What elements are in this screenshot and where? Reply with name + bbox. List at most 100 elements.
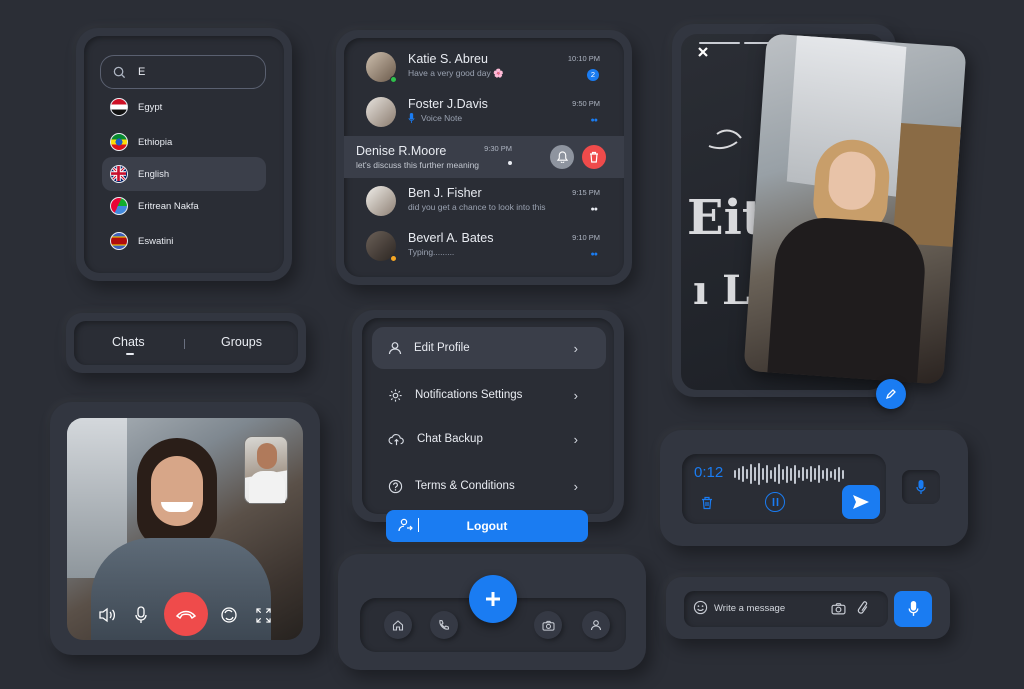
waveform-bar bbox=[766, 465, 768, 483]
waveform-bar bbox=[774, 466, 776, 482]
read-ticks-icon: ●● bbox=[590, 117, 599, 124]
waveform-bar bbox=[782, 468, 784, 480]
message-time: 9:50 PM bbox=[572, 99, 600, 108]
voice-duration: 0:12 bbox=[694, 464, 724, 481]
waveform-bar bbox=[738, 468, 740, 480]
chat-row-ben[interactable]: Ben J. Fisher did you get a chance to lo… bbox=[344, 180, 624, 222]
speaker-button[interactable] bbox=[94, 602, 120, 628]
away-status-dot bbox=[390, 255, 397, 262]
trash-icon[interactable] bbox=[701, 496, 713, 510]
chat-row-denise[interactable]: Denise R.Moore let's discuss this furthe… bbox=[344, 136, 624, 178]
menu-item-label: Notifications Settings bbox=[415, 389, 523, 401]
nav-calls-button[interactable] bbox=[430, 611, 458, 639]
voice-record-button[interactable] bbox=[894, 591, 932, 627]
waveform-bar bbox=[822, 469, 824, 479]
waveform-bar bbox=[750, 464, 752, 484]
story-photo[interactable] bbox=[743, 33, 967, 385]
chat-row-beverl[interactable]: Beverl A. Bates Typing......... 9:10 PM … bbox=[344, 225, 624, 267]
voice-waveform bbox=[734, 462, 844, 486]
camera-icon bbox=[541, 620, 555, 631]
gear-icon bbox=[389, 388, 402, 402]
microphone-icon bbox=[908, 601, 918, 616]
country-item-eritrea[interactable]: Eritrean Nakfa bbox=[102, 189, 266, 223]
pause-button[interactable] bbox=[765, 492, 785, 512]
country-item-egypt[interactable]: Egypt bbox=[102, 90, 266, 124]
tab-chats[interactable]: Chats bbox=[112, 335, 145, 349]
self-view-thumbnail[interactable] bbox=[244, 436, 288, 504]
waveform-bar bbox=[842, 469, 844, 479]
menu-item-notifications[interactable]: Notifications Settings › bbox=[372, 374, 606, 416]
nav-home-button[interactable] bbox=[384, 611, 412, 639]
waveform-bar bbox=[810, 466, 812, 482]
send-voice-button[interactable] bbox=[842, 485, 880, 519]
logout-icon bbox=[398, 518, 419, 532]
message-input[interactable]: Write a message bbox=[714, 603, 785, 614]
country-item-ethiopia[interactable]: Ethiopia bbox=[102, 125, 266, 159]
waveform-bar bbox=[826, 467, 828, 481]
end-call-button[interactable] bbox=[164, 592, 208, 636]
last-message: let's discuss this further meaning bbox=[356, 160, 480, 170]
menu-item-label: Chat Backup bbox=[417, 433, 483, 445]
tabs-panel bbox=[74, 321, 298, 365]
contact-name: Ben J. Fisher bbox=[408, 186, 482, 200]
attachment-icon[interactable] bbox=[857, 600, 871, 616]
avatar bbox=[366, 97, 396, 127]
waveform-bar bbox=[802, 467, 804, 481]
fullscreen-button[interactable] bbox=[250, 602, 276, 628]
read-ticks-icon: ●● bbox=[590, 251, 599, 258]
send-icon bbox=[853, 495, 869, 509]
nav-camera-button[interactable] bbox=[534, 611, 562, 639]
settings-menu-card: Edit Profile › Notifications Settings › … bbox=[352, 310, 624, 522]
switch-camera-button[interactable] bbox=[216, 602, 242, 628]
delete-button[interactable] bbox=[582, 145, 606, 169]
new-chat-button[interactable] bbox=[469, 575, 517, 623]
waveform-bar bbox=[746, 469, 748, 479]
record-button[interactable] bbox=[902, 470, 940, 504]
last-message: Voice Note bbox=[408, 113, 462, 123]
menu-item-edit-profile[interactable]: Edit Profile › bbox=[372, 327, 606, 369]
chat-row-katie[interactable]: Katie S. Abreu Have a very good day 🌸 10… bbox=[344, 46, 624, 88]
nav-profile-button[interactable] bbox=[582, 611, 610, 639]
mute-button[interactable] bbox=[550, 145, 574, 169]
ethiopia-flag-icon bbox=[110, 133, 128, 151]
country-search-field[interactable]: E bbox=[100, 55, 266, 89]
egypt-flag-icon bbox=[110, 98, 128, 116]
country-item-english[interactable]: English bbox=[102, 157, 266, 191]
waveform-bar bbox=[754, 467, 756, 481]
phone-icon bbox=[439, 619, 450, 630]
close-icon[interactable] bbox=[697, 46, 709, 58]
waveform-bar bbox=[742, 466, 744, 482]
country-name: English bbox=[138, 168, 170, 180]
menu-item-chat-backup[interactable]: Chat Backup › bbox=[372, 418, 606, 460]
microphone-icon bbox=[408, 113, 415, 123]
photo-truck bbox=[892, 123, 961, 247]
sent-tick-icon bbox=[508, 161, 512, 165]
country-item-eswatini[interactable]: Eswatini bbox=[102, 224, 266, 258]
question-icon bbox=[388, 479, 403, 493]
emoji-icon[interactable] bbox=[693, 600, 708, 615]
edit-story-button[interactable] bbox=[876, 379, 906, 409]
menu-item-terms[interactable]: Terms & Conditions › bbox=[372, 465, 606, 507]
chat-row-foster[interactable]: Foster J.Davis Voice Note 9:50 PM ●● bbox=[344, 91, 624, 133]
camera-icon[interactable] bbox=[831, 602, 846, 615]
menu-item-label: Edit Profile bbox=[414, 342, 470, 354]
contact-name: Beverl A. Bates bbox=[408, 231, 494, 245]
waveform-bar bbox=[838, 466, 840, 482]
waveform-bar bbox=[762, 468, 764, 480]
waveform-bar bbox=[830, 470, 832, 478]
microphone-icon bbox=[916, 479, 926, 494]
svg-text:ı L: ı L bbox=[693, 267, 750, 314]
chat-list-card: Katie S. Abreu Have a very good day 🌸 10… bbox=[336, 30, 632, 285]
search-input[interactable]: E bbox=[138, 66, 145, 78]
logout-button[interactable]: Logout bbox=[386, 510, 588, 542]
waveform-bar bbox=[734, 470, 736, 478]
waveform-bar bbox=[794, 464, 796, 484]
speaker-icon bbox=[99, 607, 116, 623]
mute-mic-button[interactable] bbox=[128, 602, 154, 628]
message-time: 9:10 PM bbox=[572, 233, 600, 242]
waveform-bar bbox=[770, 469, 772, 479]
tab-groups[interactable]: Groups bbox=[221, 335, 262, 349]
pencil-icon bbox=[885, 389, 896, 400]
contact-name: Denise R.Moore bbox=[356, 144, 447, 158]
microphone-icon bbox=[135, 606, 147, 623]
